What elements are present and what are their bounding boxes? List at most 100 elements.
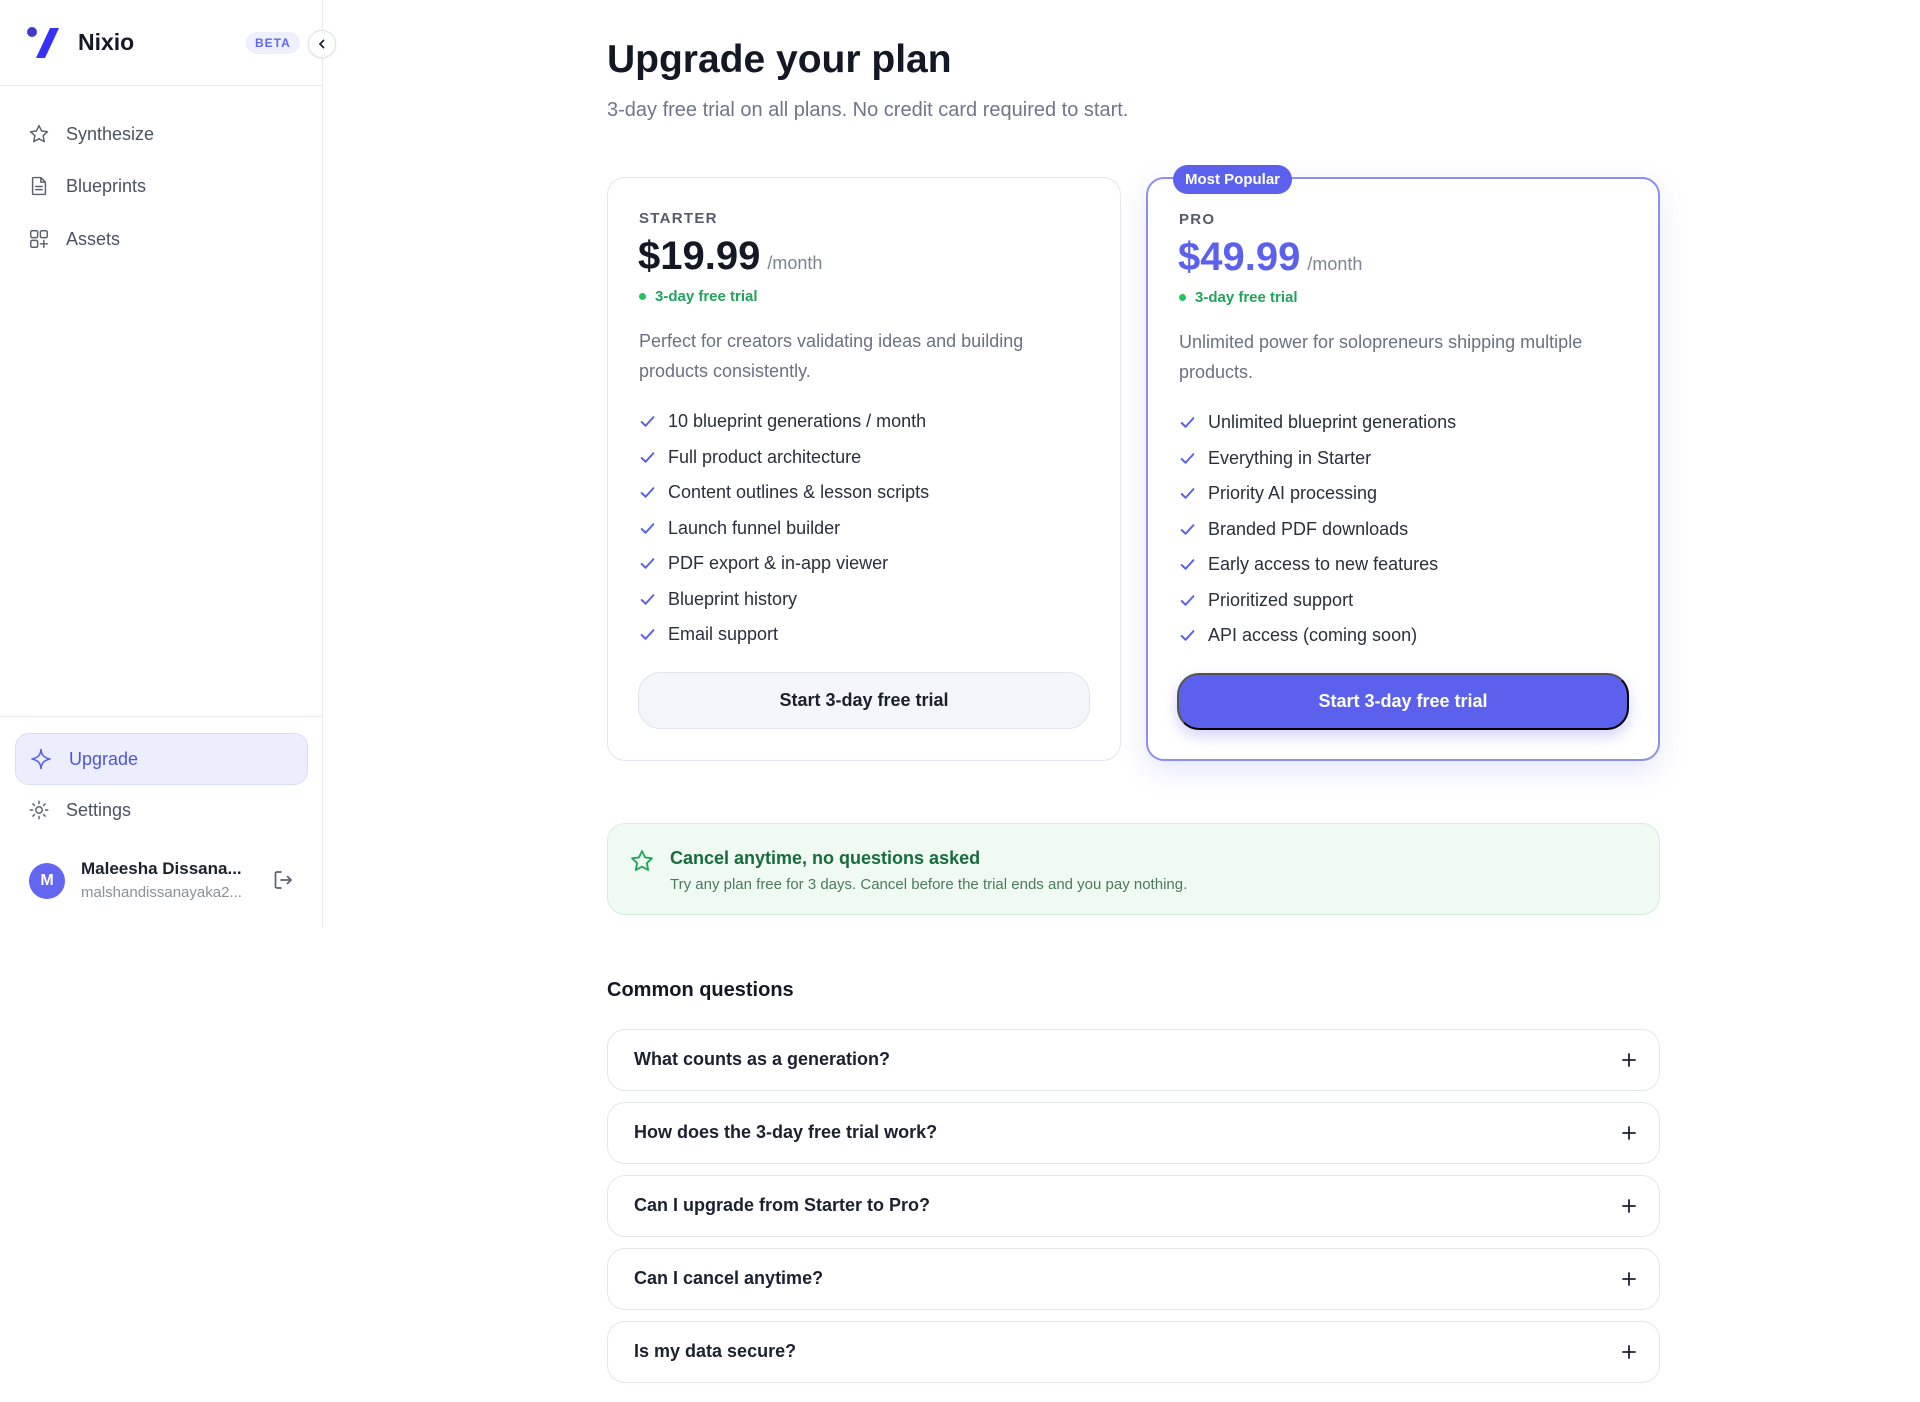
plus-icon[interactable] bbox=[1620, 1124, 1638, 1142]
check-icon bbox=[1180, 417, 1195, 429]
feature-item: Prioritized support bbox=[1179, 583, 1456, 619]
nav-item-assets[interactable]: Assets bbox=[28, 224, 120, 254]
sidebar-item-settings[interactable]: Settings bbox=[28, 795, 131, 825]
trial-label: 3-day free trial bbox=[655, 288, 758, 305]
feature-item: Branded PDF downloads bbox=[1179, 512, 1456, 548]
plan-name: PRO bbox=[1179, 211, 1216, 228]
collapse-sidebar-button[interactable] bbox=[308, 30, 336, 58]
check-icon bbox=[1180, 630, 1195, 642]
user-email: malshandissanayaka2... bbox=[81, 884, 242, 901]
check-icon bbox=[640, 451, 655, 463]
faq-item[interactable]: Can I upgrade from Starter to Pro? bbox=[607, 1175, 1660, 1237]
star-icon bbox=[29, 124, 49, 143]
feature-label: PDF export & in-app viewer bbox=[668, 553, 889, 574]
feature-label: Early access to new features bbox=[1208, 554, 1439, 575]
sidebar-divider bbox=[0, 716, 322, 717]
feature-label: Full product architecture bbox=[668, 446, 862, 467]
feature-label: Launch funnel builder bbox=[668, 517, 841, 538]
check-icon bbox=[640, 416, 655, 428]
settings-sun-icon bbox=[29, 800, 49, 820]
app-root: Nixio BETA Synthesize Blueprints Assets … bbox=[0, 0, 1920, 1402]
brand-name[interactable]: Nixio bbox=[78, 29, 134, 56]
faq-question: Can I cancel anytime? bbox=[634, 1268, 824, 1288]
faq-item[interactable]: Is my data secure? bbox=[607, 1321, 1660, 1383]
faq-item[interactable]: How does the 3-day free trial work? bbox=[607, 1102, 1660, 1164]
faq-item[interactable]: What counts as a generation? bbox=[607, 1029, 1660, 1091]
plan-card-pro: Most Popular PRO $49.99 /month 3-day fre… bbox=[1146, 165, 1660, 761]
nav-item-synthesize[interactable]: Synthesize bbox=[28, 119, 154, 149]
faq-item[interactable]: Can I cancel anytime? bbox=[607, 1248, 1660, 1310]
feature-label: Prioritized support bbox=[1208, 589, 1354, 610]
plan-description: Unlimited power for solopreneurs shippin… bbox=[1179, 332, 1583, 382]
feature-item: 10 blueprint generations / month bbox=[639, 404, 929, 440]
nav-item-label: Synthesize bbox=[66, 123, 155, 144]
feature-label: Content outlines & lesson scripts bbox=[668, 482, 930, 503]
plan-price: $19.99 bbox=[638, 234, 761, 278]
plan-description: Perfect for creators validating ideas an… bbox=[639, 331, 1024, 381]
status-dot-icon bbox=[1179, 294, 1186, 301]
user-profile[interactable]: M Maleesha Dissana... malshandissanayaka… bbox=[29, 858, 299, 904]
faq-heading: Common questions bbox=[607, 979, 794, 1001]
status-dot-icon bbox=[639, 293, 646, 300]
feature-list: Unlimited blueprint generations Everythi… bbox=[1179, 405, 1456, 654]
nav-item-blueprints[interactable]: Blueprints bbox=[28, 171, 146, 201]
trial-tag: 3-day free trial bbox=[639, 288, 758, 305]
plus-icon[interactable] bbox=[1620, 1270, 1638, 1288]
most-popular-badge: Most Popular bbox=[1173, 165, 1293, 194]
nav-item-label: Assets bbox=[66, 228, 121, 249]
sparkle-icon bbox=[31, 748, 51, 770]
nixio-logo-icon[interactable] bbox=[26, 24, 64, 62]
feature-label: 10 blueprint generations / month bbox=[668, 411, 927, 432]
feature-label: Blueprint history bbox=[668, 588, 798, 609]
page-title: Upgrade your plan bbox=[607, 38, 952, 81]
feature-item: Full product architecture bbox=[639, 440, 929, 476]
feature-item: API access (coming soon) bbox=[1179, 618, 1456, 654]
feature-label: Everything in Starter bbox=[1208, 447, 1372, 468]
check-icon bbox=[640, 593, 655, 605]
plan-name: STARTER bbox=[639, 210, 718, 227]
feature-label: Email support bbox=[668, 624, 779, 645]
document-icon bbox=[31, 176, 47, 196]
feature-list: 10 blueprint generations / month Full pr… bbox=[639, 404, 929, 653]
check-icon bbox=[1180, 523, 1195, 535]
feature-item: Launch funnel builder bbox=[639, 511, 929, 547]
check-icon bbox=[1180, 488, 1195, 500]
trial-tag: 3-day free trial bbox=[1179, 289, 1298, 306]
feature-item: Blueprint history bbox=[639, 582, 929, 618]
feature-item: Email support bbox=[639, 617, 929, 653]
check-icon bbox=[640, 558, 655, 570]
plus-icon[interactable] bbox=[1620, 1051, 1638, 1069]
check-icon bbox=[640, 487, 655, 499]
nav-item-label: Blueprints bbox=[66, 175, 147, 196]
feature-item: Content outlines & lesson scripts bbox=[639, 475, 929, 511]
faq-question: What counts as a generation? bbox=[634, 1049, 891, 1069]
cancel-notice-title: Cancel anytime, no questions asked bbox=[670, 848, 981, 868]
grid-plus-icon bbox=[30, 230, 48, 248]
page-subtitle: 3-day free trial on all plans. No credit… bbox=[607, 99, 1129, 121]
check-icon bbox=[640, 522, 655, 534]
cancel-notice-text: Try any plan free for 3 days. Cancel bef… bbox=[670, 876, 1188, 893]
plan-period: /month bbox=[1307, 254, 1363, 274]
trial-label: 3-day free trial bbox=[1195, 289, 1298, 306]
feature-item: Early access to new features bbox=[1179, 547, 1456, 583]
faq-question: How does the 3-day free trial work? bbox=[634, 1122, 938, 1142]
check-icon bbox=[1180, 452, 1195, 464]
beta-badge: BETA bbox=[246, 32, 300, 54]
upgrade-label: Upgrade bbox=[69, 748, 139, 769]
price-row: $49.99 /month bbox=[1178, 235, 1362, 280]
plus-icon[interactable] bbox=[1620, 1343, 1638, 1361]
plus-icon[interactable] bbox=[1620, 1197, 1638, 1215]
start-trial-button-starter[interactable]: Start 3-day free trial bbox=[638, 672, 1090, 729]
check-icon bbox=[640, 629, 655, 641]
logout-icon[interactable] bbox=[271, 868, 295, 892]
faq-question: Can I upgrade from Starter to Pro? bbox=[634, 1195, 931, 1215]
plan-period: /month bbox=[767, 253, 823, 273]
sidebar-item-upgrade[interactable]: Upgrade bbox=[15, 733, 308, 785]
plan-price: $49.99 bbox=[1178, 235, 1301, 279]
feature-label: API access (coming soon) bbox=[1208, 625, 1418, 646]
chevron-left-icon bbox=[319, 39, 325, 49]
feature-item: Priority AI processing bbox=[1179, 476, 1456, 512]
start-trial-button-pro[interactable]: Start 3-day free trial bbox=[1177, 673, 1629, 730]
avatar[interactable]: M bbox=[29, 863, 65, 899]
feature-label: Unlimited blueprint generations bbox=[1208, 412, 1457, 433]
